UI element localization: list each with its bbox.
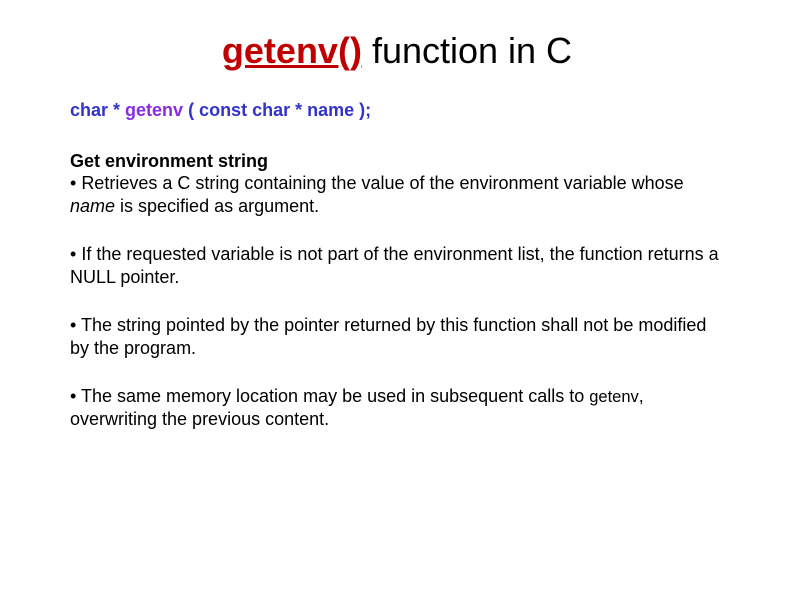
bullet-2: • If the requested variable is not part … [70, 243, 724, 288]
bullet-1-text-b: is specified as argument. [115, 196, 319, 216]
title-function-name: getenv() [222, 30, 362, 71]
bullet-1: • Retrieves a C string containing the va… [70, 172, 724, 217]
bullet-3: • The string pointed by the pointer retu… [70, 314, 724, 359]
signature-function-name: getenv [125, 100, 183, 120]
signature-prefix: char * [70, 100, 125, 120]
bullet-1-italic: name [70, 196, 115, 216]
function-signature: char * getenv ( const char * name ); [70, 100, 724, 121]
bullet-4-text-a: The same memory location may be used in … [81, 386, 589, 406]
signature-suffix: ( const char * name ); [183, 100, 371, 120]
bullet-4-code: getenv [589, 388, 639, 406]
paragraph-1: Get environment string • Retrieves a C s… [70, 151, 724, 217]
section-heading: Get environment string [70, 151, 724, 172]
title-suffix: function in C [362, 30, 572, 71]
bullet-1-text-a: Retrieves a C string containing the valu… [81, 173, 683, 193]
slide-title: getenv() function in C [70, 30, 724, 72]
bullet-2-text: If the requested variable is not part of… [70, 244, 719, 287]
bullet-4: • The same memory location may be used i… [70, 385, 724, 430]
slide: getenv() function in C char * getenv ( c… [0, 0, 794, 595]
bullet-3-text: The string pointed by the pointer return… [70, 315, 706, 358]
